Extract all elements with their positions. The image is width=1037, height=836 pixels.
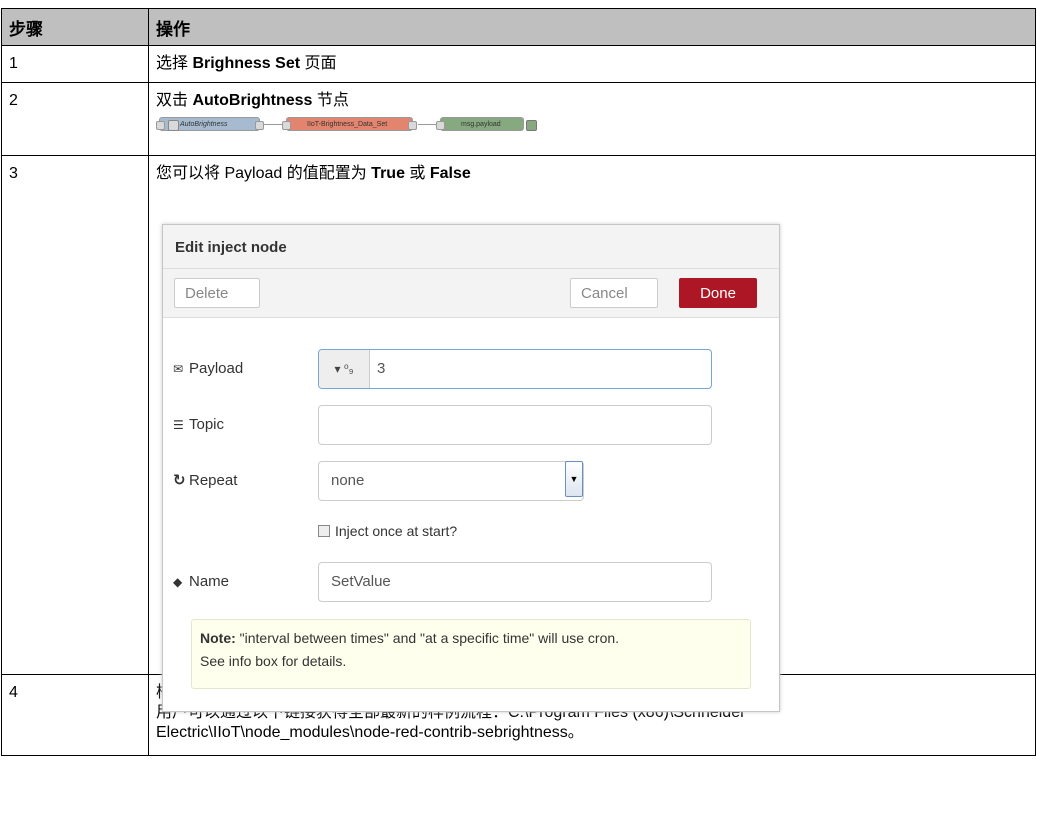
topic-label: Topic — [189, 416, 225, 433]
node-label: IIoT-Brightness_Data_Set — [307, 121, 388, 128]
repeat-icon: ↻ — [173, 472, 186, 489]
table-row: 2 双击 AutoBrightness 节点 AutoBrightness II… — [1, 82, 1036, 156]
note-title: Note: — [200, 630, 236, 646]
note-text: See info box for details. — [200, 653, 347, 669]
payload-label: Payload — [189, 360, 244, 377]
step-number: 2 — [9, 92, 18, 109]
repeat-value: none — [331, 472, 365, 489]
header-action: 操作 — [148, 8, 1036, 46]
payload-value: 3 — [377, 360, 386, 377]
inject-button-icon[interactable] — [168, 120, 179, 131]
repeat-select[interactable]: none ▼ — [318, 461, 584, 501]
debug-toggle-icon[interactable] — [526, 120, 537, 131]
edit-inject-dialog: Edit inject node Delete Cancel Done ✉ Pay… — [162, 224, 780, 712]
inject-once-label: Inject once at start? — [335, 523, 458, 539]
name-input[interactable]: SetValue — [318, 562, 712, 602]
payload-type-button[interactable]: ▾ ⁰₉ — [319, 350, 370, 388]
caret-down-icon: ▾ — [334, 362, 341, 376]
note-box: Note: "interval between times" and "at a… — [191, 619, 751, 689]
table-row: 1 选择 Brighness Set 页面 — [1, 45, 1036, 83]
function-node-brightness-set[interactable]: IIoT-Brightness_Data_Set — [282, 117, 417, 131]
dialog-title: Edit inject node — [163, 225, 779, 269]
step-number: 1 — [9, 55, 18, 72]
dialog-toolbar: Delete Cancel Done — [163, 269, 779, 318]
number-type-icon: ⁰₉ — [343, 362, 354, 376]
port-icon — [436, 121, 445, 130]
envelope-icon: ✉ — [173, 362, 184, 376]
text-line: Electric\IIoT\node_modules\node-red-cont… — [156, 724, 584, 741]
flow-diagram: AutoBrightness IIoT-Brightness_Data_Set … — [156, 117, 1035, 137]
cancel-button[interactable]: Cancel — [570, 278, 658, 308]
name-label: Name — [189, 573, 230, 590]
payload-row: ✉ Payload ▾ ⁰₉ 3 — [163, 349, 779, 389]
topic-input[interactable] — [318, 405, 712, 445]
step-text: 双击 AutoBrightness 节点 — [156, 92, 349, 109]
payload-input[interactable]: ▾ ⁰₉ 3 — [318, 349, 712, 389]
select-arrow-icon[interactable]: ▼ — [565, 461, 583, 497]
done-button[interactable]: Done — [679, 278, 757, 308]
port-icon — [255, 121, 264, 130]
step-text: 选择 Brighness Set 页面 — [156, 55, 337, 72]
tag-icon: ◆ — [173, 575, 183, 589]
step-text: 您可以将 Payload 的值配置为 True 或 False — [156, 165, 471, 182]
node-label: AutoBrightness — [180, 121, 228, 128]
inject-once-checkbox[interactable]: Inject once at start? — [318, 522, 457, 540]
tasks-icon: ☰ — [173, 418, 184, 432]
port-icon — [156, 121, 165, 130]
note-text: "interval between times" and "at a speci… — [235, 630, 620, 646]
port-icon — [282, 121, 291, 130]
delete-button[interactable]: Delete — [174, 278, 260, 308]
step-number: 4 — [9, 684, 18, 701]
header-step: 步骤 — [1, 8, 149, 46]
debug-node-msg-payload[interactable]: msg.payload — [436, 117, 537, 131]
inject-node-autobrightness[interactable]: AutoBrightness — [156, 117, 264, 131]
name-row: ◆ Name SetValue — [163, 562, 779, 602]
port-icon — [408, 121, 417, 130]
checkbox-icon[interactable] — [318, 525, 330, 537]
node-label: msg.payload — [461, 121, 501, 128]
repeat-row: ↻ Repeat none ▼ — [163, 461, 779, 501]
topic-row: ☰ Topic — [163, 405, 779, 445]
step-number: 3 — [9, 165, 18, 182]
table-header-row: 步骤 操作 — [1, 8, 1036, 46]
repeat-label: Repeat — [189, 472, 238, 489]
